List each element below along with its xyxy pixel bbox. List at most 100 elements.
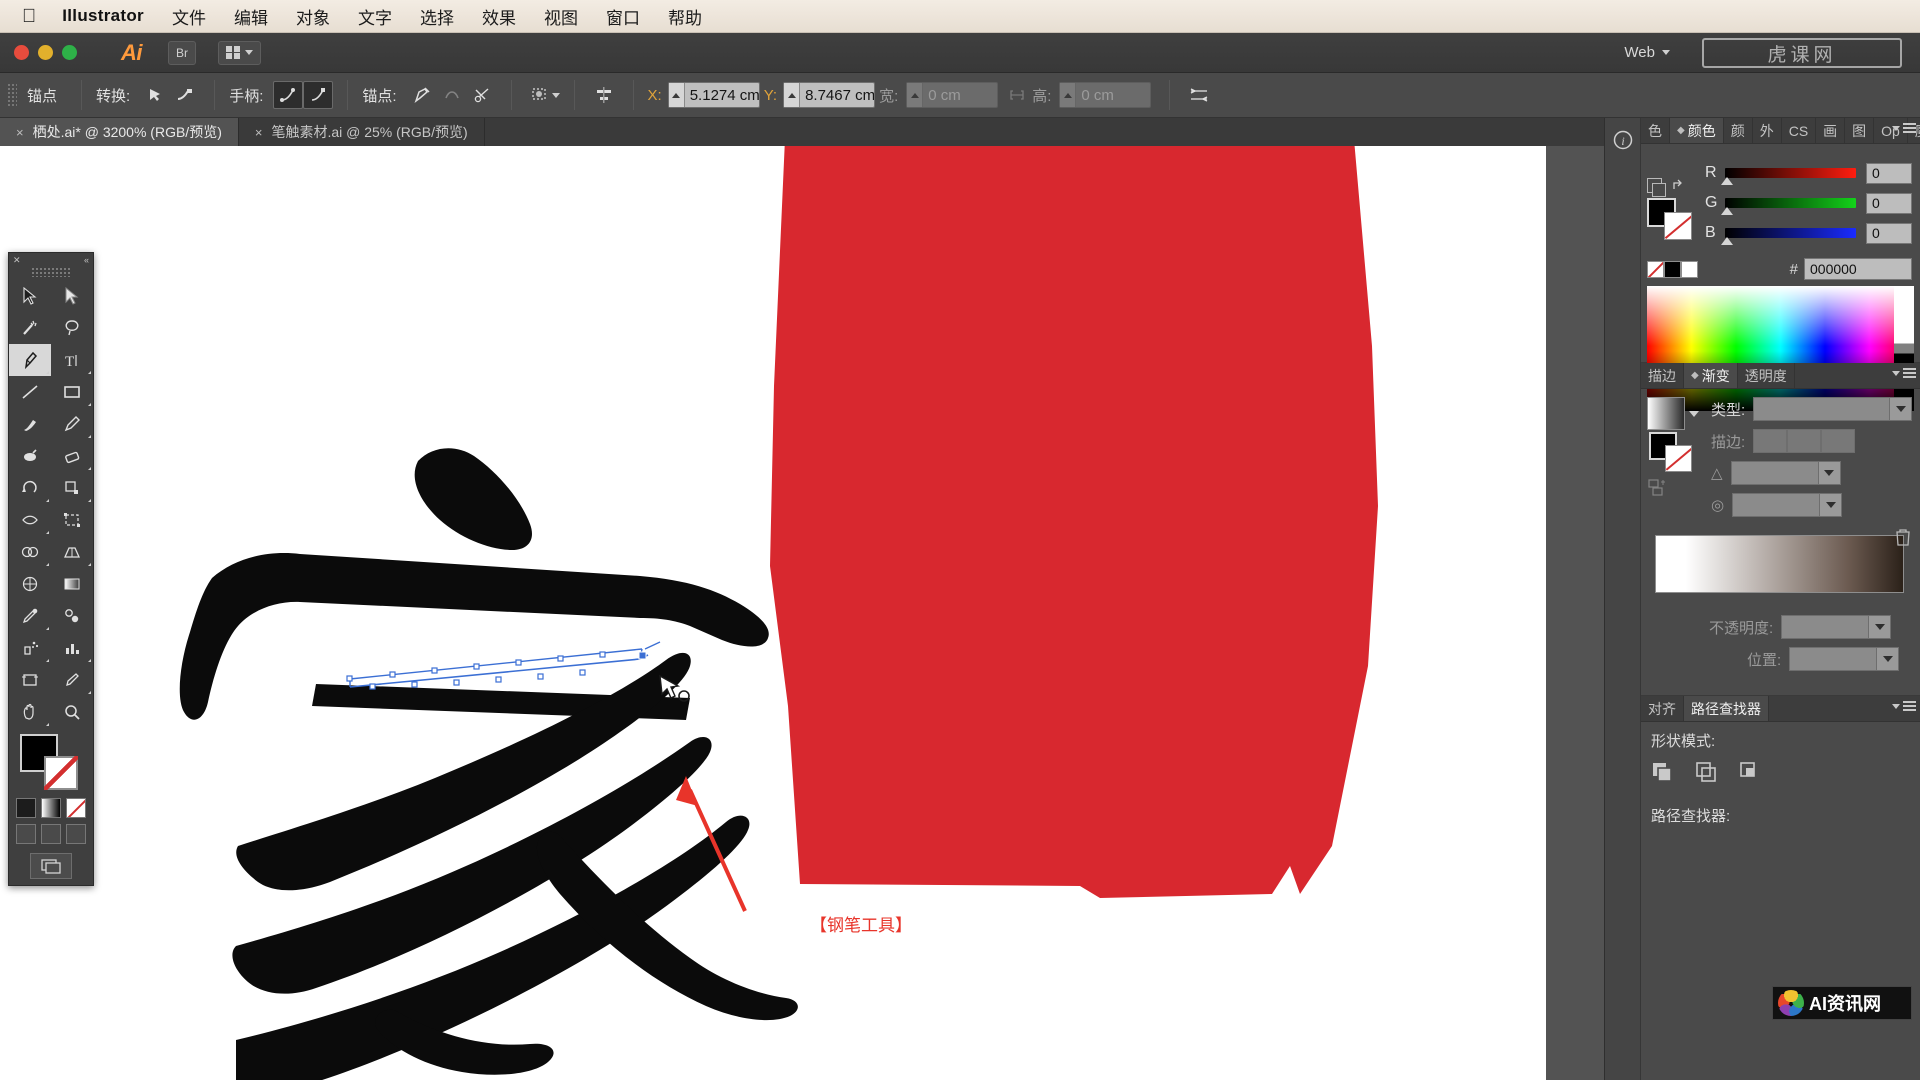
tab-swatches-short[interactable]: 色 [1641, 118, 1670, 143]
chevron-down-icon[interactable] [551, 92, 560, 98]
line-segment-tool[interactable] [9, 376, 51, 408]
show-handles-icon[interactable] [273, 81, 304, 109]
stepper-icon[interactable] [1060, 83, 1077, 107]
remove-anchor-icon[interactable] [407, 81, 437, 109]
chevron-down-icon[interactable] [1689, 410, 1699, 417]
tab-color-guide[interactable]: 颜 [1724, 118, 1753, 143]
r-value-field[interactable]: 0 [1866, 162, 1912, 184]
gradient-ramp-slider[interactable] [1655, 535, 1904, 593]
gradient-fill-stroke-swatches[interactable] [1649, 432, 1695, 472]
menu-item-help[interactable]: 帮助 [668, 4, 702, 29]
close-icon[interactable]: ✕ [13, 255, 21, 266]
tab-gradient[interactable]: ◆ 渐变 [1684, 363, 1738, 388]
tab-symbols[interactable]: 图 [1845, 118, 1875, 143]
symbol-sprayer-tool[interactable] [9, 632, 51, 664]
maximize-window-button[interactable] [62, 45, 77, 60]
tab-stroke[interactable]: 描边 [1641, 363, 1684, 388]
transform-each-icon[interactable] [1184, 81, 1214, 109]
zoom-tool[interactable] [51, 696, 93, 728]
chevron-down-icon[interactable] [1868, 616, 1891, 638]
chevron-down-icon[interactable] [1876, 648, 1899, 670]
color-swatch-button[interactable] [16, 798, 36, 818]
menu-item-select[interactable]: 选择 [420, 4, 454, 29]
stroke-color-swatch[interactable] [44, 756, 78, 790]
stepper-icon[interactable] [668, 83, 685, 107]
slice-tool[interactable] [51, 664, 93, 696]
minus-front-icon[interactable] [1695, 761, 1717, 783]
menu-app-name[interactable]: Illustrator [62, 6, 144, 26]
width-tool[interactable] [9, 504, 51, 536]
x-position-field[interactable] [667, 82, 760, 108]
rotate-tool[interactable] [9, 472, 51, 504]
chevron-down-icon[interactable] [1817, 462, 1840, 484]
opacity-select[interactable] [1781, 615, 1892, 639]
slider-thumb[interactable] [1721, 177, 1733, 185]
trash-icon[interactable] [1894, 527, 1912, 547]
g-slider-track[interactable] [1721, 198, 1856, 215]
mesh-tool[interactable] [9, 568, 51, 600]
menu-item-edit[interactable]: 编辑 [234, 4, 268, 29]
panel-menu-icon[interactable] [1892, 123, 1916, 133]
column-graph-tool[interactable] [51, 632, 93, 664]
gradient-within-stroke-icon[interactable] [1753, 429, 1788, 453]
menu-item-effect[interactable]: 效果 [482, 4, 516, 29]
width-field[interactable] [906, 82, 999, 108]
menu-item-file[interactable]: 文件 [172, 4, 206, 29]
tab-cs[interactable]: CS [1782, 118, 1817, 143]
none-swatch-button[interactable] [1647, 260, 1664, 278]
draw-inside-icon[interactable] [66, 824, 86, 844]
pen-tool[interactable] [9, 344, 51, 376]
slider-thumb[interactable] [1721, 207, 1733, 215]
blend-tool[interactable] [51, 600, 93, 632]
control-bar-grip[interactable] [7, 83, 17, 107]
none-swatch-button[interactable] [66, 798, 86, 818]
tab-appearance[interactable]: 外 [1753, 118, 1782, 143]
tab-pathfinder[interactable]: 路径查找器 [1684, 696, 1769, 721]
panel-menu-icon[interactable] [1892, 368, 1916, 378]
y-position-input[interactable] [800, 83, 875, 107]
minimize-window-button[interactable] [38, 45, 53, 60]
unite-icon[interactable] [1651, 761, 1673, 783]
pencil-tool[interactable] [51, 408, 93, 440]
close-icon[interactable]: × [16, 125, 24, 140]
direct-selection-tool[interactable] [51, 280, 93, 312]
slider-thumb[interactable] [1721, 237, 1733, 245]
artboard-tool[interactable] [9, 664, 51, 696]
location-select[interactable] [1789, 647, 1900, 671]
connect-anchor-icon[interactable] [437, 81, 467, 109]
perspective-grid-tool[interactable] [51, 536, 93, 568]
arrange-documents-button[interactable] [218, 40, 261, 65]
tab-color[interactable]: ◆ 颜色 [1670, 118, 1724, 143]
b-value-field[interactable]: 0 [1866, 222, 1912, 244]
y-position-field[interactable] [783, 82, 876, 108]
menu-item-view[interactable]: 视图 [544, 4, 578, 29]
magic-wand-tool[interactable] [9, 312, 51, 344]
gradient-aspect-select[interactable] [1732, 493, 1843, 517]
info-icon[interactable]: i [1605, 118, 1641, 162]
fill-stroke-swatches[interactable] [20, 734, 82, 790]
collapse-panel-icon[interactable]: « [84, 255, 89, 265]
intersect-icon[interactable] [1739, 761, 1761, 783]
color-panel-stroke-swatch[interactable] [1664, 212, 1692, 240]
blob-brush-tool[interactable] [9, 440, 51, 472]
tools-panel-drag-handle[interactable] [31, 267, 71, 277]
default-fill-stroke-icon[interactable] [1647, 178, 1666, 197]
bridge-button[interactable]: Br [168, 40, 196, 65]
close-icon[interactable]: × [255, 125, 263, 140]
tab-brushes[interactable]: 画 [1816, 118, 1846, 143]
black-swatch-button[interactable] [1664, 260, 1681, 278]
tab-transparency[interactable]: 透明度 [1738, 363, 1795, 388]
gradient-across-stroke-icon[interactable] [1821, 429, 1856, 453]
panel-menu-icon[interactable] [1892, 701, 1916, 711]
reverse-gradient-icon[interactable] [1647, 478, 1703, 498]
document-tab-1[interactable]: × 笔触素材.ai @ 25% (RGB/预览) [239, 118, 485, 146]
r-slider-track[interactable] [1721, 168, 1856, 185]
height-field[interactable] [1059, 82, 1152, 108]
hand-tool[interactable] [9, 696, 51, 728]
align-horizontal-icon[interactable] [589, 81, 619, 109]
width-input[interactable] [923, 83, 998, 107]
convert-to-corner-icon[interactable] [140, 81, 170, 109]
gradient-swatch-button[interactable] [41, 798, 61, 818]
gradient-angle-select[interactable] [1730, 461, 1841, 485]
artboard-canvas[interactable]: 【钢笔工具】 [0, 146, 1546, 1080]
